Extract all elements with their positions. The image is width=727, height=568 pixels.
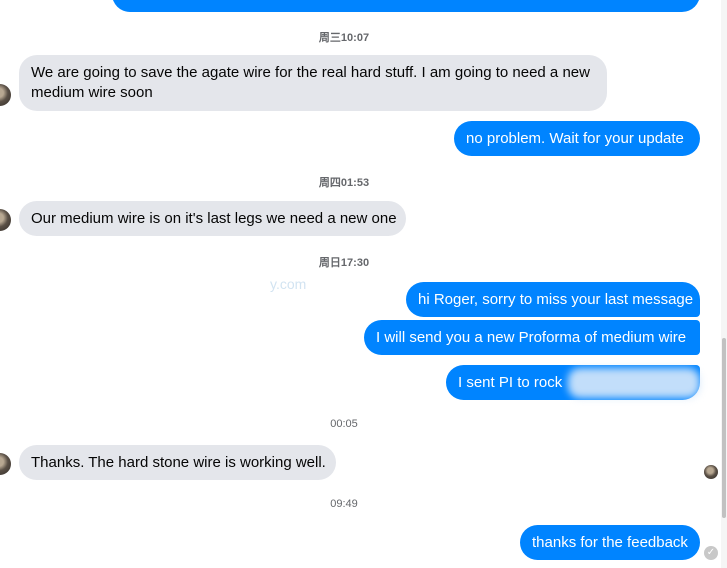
redaction-blur [568,368,700,398]
message-outgoing[interactable]: I will send you a new Proforma of medium… [364,320,700,355]
timestamp: 周日17:30 [318,257,370,269]
avatar-icon[interactable] [0,453,11,475]
watermark-text: y.com [270,276,307,292]
message-line: We are going to save the agate wire for … [31,64,590,81]
message-outgoing[interactable]: hi Roger, sorry to miss your last messag… [406,282,700,317]
scrollbar-thumb[interactable] [722,338,726,518]
scrollbar[interactable] [721,0,727,568]
message-line: medium wire soon [31,84,153,101]
check-circle-icon: ✓ [704,546,718,560]
avatar-icon[interactable] [0,84,11,106]
seen-avatar-icon [704,465,718,479]
timestamp: 09:49 [330,498,358,510]
message-incoming[interactable]: We are going to save the agate wire for … [19,55,607,111]
message-incoming[interactable]: Our medium wire is on it's last legs we … [19,201,406,236]
timestamp: 周四01:53 [318,177,370,189]
avatar-icon[interactable] [0,209,11,231]
timestamp: 00:05 [330,418,358,430]
message-outgoing[interactable]: thanks for the feedback [520,525,700,560]
message-outgoing[interactable]: no problem. Wait for your update [454,121,700,156]
timestamp: 周三10:07 [318,32,370,44]
chat-thread: 周三10:07 We are going to save the agate w… [0,0,727,568]
message-incoming[interactable]: Thanks. The hard stone wire is working w… [19,445,336,480]
message-outgoing-partial[interactable] [112,0,700,12]
